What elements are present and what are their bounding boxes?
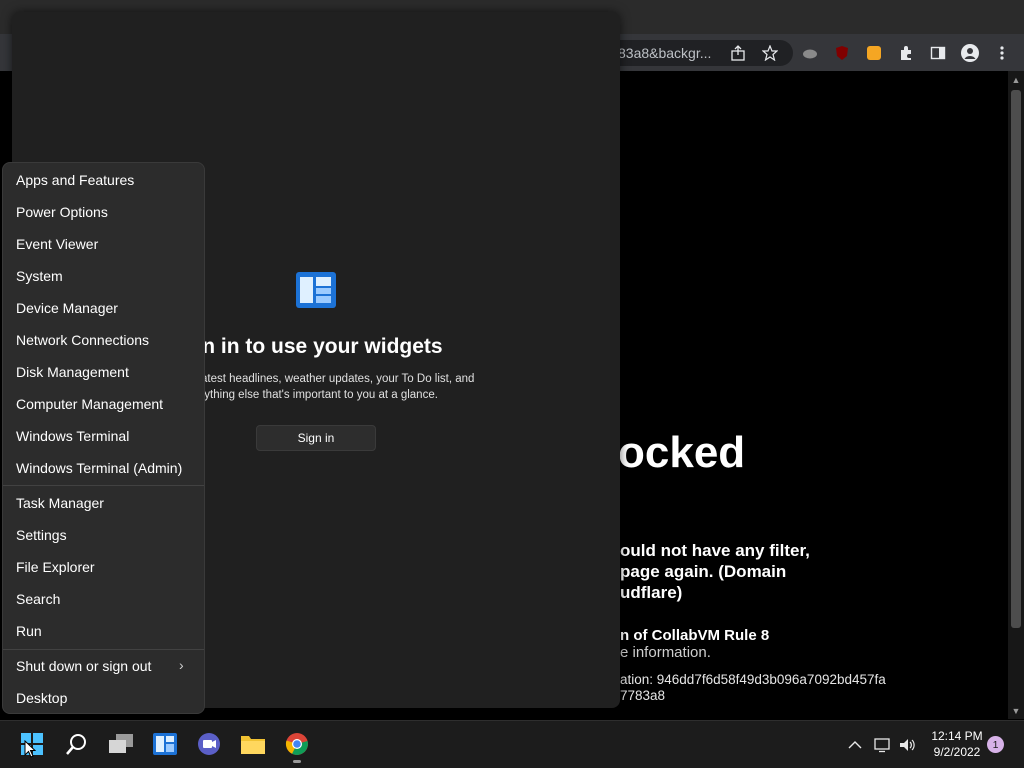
menu-item-file-explorer[interactable]: File Explorer bbox=[3, 551, 204, 583]
menu-item-label: Settings bbox=[16, 527, 67, 543]
sign-in-button[interactable]: Sign in bbox=[256, 425, 376, 451]
share-icon[interactable] bbox=[728, 43, 748, 63]
menu-item-windows-terminal-admin[interactable]: Windows Terminal (Admin) bbox=[3, 452, 204, 484]
menu-item-label: Windows Terminal (Admin) bbox=[16, 460, 183, 476]
winx-context-menu: Apps and Features Power Options Event Vi… bbox=[2, 162, 205, 714]
menu-item-desktop[interactable]: Desktop bbox=[3, 682, 204, 714]
menu-item-run[interactable]: Run bbox=[3, 615, 204, 647]
menu-item-label: Run bbox=[16, 623, 42, 639]
menu-item-disk-management[interactable]: Disk Management bbox=[3, 356, 204, 388]
menu-item-search[interactable]: Search bbox=[3, 583, 204, 615]
chevron-right-icon: › bbox=[179, 657, 184, 673]
ublock-icon[interactable] bbox=[832, 43, 852, 63]
menu-item-system[interactable]: System bbox=[3, 260, 204, 292]
blocked-desc-line: udflare) bbox=[620, 583, 683, 602]
chevron-up-icon[interactable] bbox=[845, 735, 865, 755]
menu-item-label: Power Options bbox=[16, 204, 108, 220]
task-view-icon[interactable] bbox=[107, 730, 135, 758]
network-icon[interactable] bbox=[873, 735, 893, 755]
clock-time: 12:14 PM bbox=[931, 729, 983, 743]
menu-item-event-viewer[interactable]: Event Viewer bbox=[3, 228, 204, 260]
teams-chat-icon[interactable] bbox=[195, 730, 223, 758]
extension-cloud-icon[interactable] bbox=[800, 43, 820, 63]
menu-item-label: Task Manager bbox=[16, 495, 104, 511]
search-icon[interactable] bbox=[63, 730, 91, 758]
menu-item-label: Apps and Features bbox=[16, 172, 135, 188]
rule-heading: n of CollabVM Rule 8 bbox=[620, 627, 770, 644]
widgets-icon[interactable] bbox=[151, 730, 179, 758]
blocked-description: ould not have any filter, page again. (D… bbox=[620, 540, 810, 603]
menu-item-label: System bbox=[16, 268, 63, 284]
menu-item-label: Event Viewer bbox=[16, 236, 99, 252]
menu-item-label: Windows Terminal bbox=[16, 428, 130, 444]
menu-item-label: Search bbox=[16, 591, 61, 607]
notification-badge[interactable]: 1 bbox=[987, 736, 1004, 753]
menu-item-label: Shut down or sign out bbox=[16, 658, 152, 674]
puzzle-extensions-icon[interactable] bbox=[896, 43, 916, 63]
address-text: 83a8&backgr... bbox=[618, 45, 712, 61]
menu-item-label: File Explorer bbox=[16, 559, 95, 575]
menu-item-power-options[interactable]: Power Options bbox=[3, 196, 204, 228]
menu-item-apps-and-features[interactable]: Apps and Features bbox=[3, 164, 204, 196]
menu-item-network-connections[interactable]: Network Connections bbox=[3, 324, 204, 356]
widgets-logo-icon bbox=[296, 272, 336, 308]
brave-extension-icon[interactable] bbox=[864, 43, 884, 63]
sidebar-icon[interactable] bbox=[928, 43, 948, 63]
blocked-desc-line: ould not have any filter, bbox=[620, 541, 810, 560]
menu-item-task-manager[interactable]: Task Manager bbox=[3, 487, 204, 519]
more-info-link[interactable]: e information. bbox=[620, 644, 711, 661]
blocked-desc-line: page again. (Domain bbox=[620, 562, 787, 581]
menu-item-windows-terminal[interactable]: Windows Terminal bbox=[3, 420, 204, 452]
menu-item-label: Device Manager bbox=[16, 300, 118, 316]
more-menu-icon[interactable] bbox=[992, 43, 1012, 63]
scroll-down-icon[interactable]: ▼ bbox=[1008, 703, 1024, 719]
menu-item-label: Network Connections bbox=[16, 332, 150, 348]
mouse-cursor-icon bbox=[24, 739, 37, 763]
profile-icon[interactable] bbox=[960, 43, 980, 63]
menu-item-settings[interactable]: Settings bbox=[3, 519, 204, 551]
bookmark-star-icon[interactable] bbox=[760, 43, 780, 63]
clock-date: 9/2/2022 bbox=[933, 745, 981, 759]
chrome-icon[interactable] bbox=[283, 730, 311, 758]
volume-icon[interactable] bbox=[898, 735, 918, 755]
ray-id-line: ation: 946dd7f6d58f49d3b096a7092bd457fa bbox=[620, 672, 886, 687]
menu-item-shut-down[interactable]: Shut down or sign out › bbox=[3, 650, 204, 682]
menu-divider bbox=[3, 485, 204, 486]
menu-item-label: Desktop bbox=[16, 690, 68, 706]
ray-id-text: ation: 946dd7f6d58f49d3b096a7092bd457fa … bbox=[620, 672, 886, 704]
menu-item-computer-management[interactable]: Computer Management bbox=[3, 388, 204, 420]
scroll-up-icon[interactable]: ▲ bbox=[1008, 72, 1024, 88]
scroll-thumb[interactable] bbox=[1011, 90, 1021, 628]
system-clock[interactable]: 12:14 PM 9/2/2022 bbox=[926, 728, 988, 760]
menu-item-label: Disk Management bbox=[16, 364, 129, 380]
blocked-heading: ocked bbox=[618, 428, 746, 477]
file-explorer-icon[interactable] bbox=[239, 730, 267, 758]
ray-id-line: 7783a8 bbox=[620, 688, 666, 703]
menu-item-label: Computer Management bbox=[16, 396, 164, 412]
running-indicator bbox=[293, 760, 301, 763]
menu-item-device-manager[interactable]: Device Manager bbox=[3, 292, 204, 324]
